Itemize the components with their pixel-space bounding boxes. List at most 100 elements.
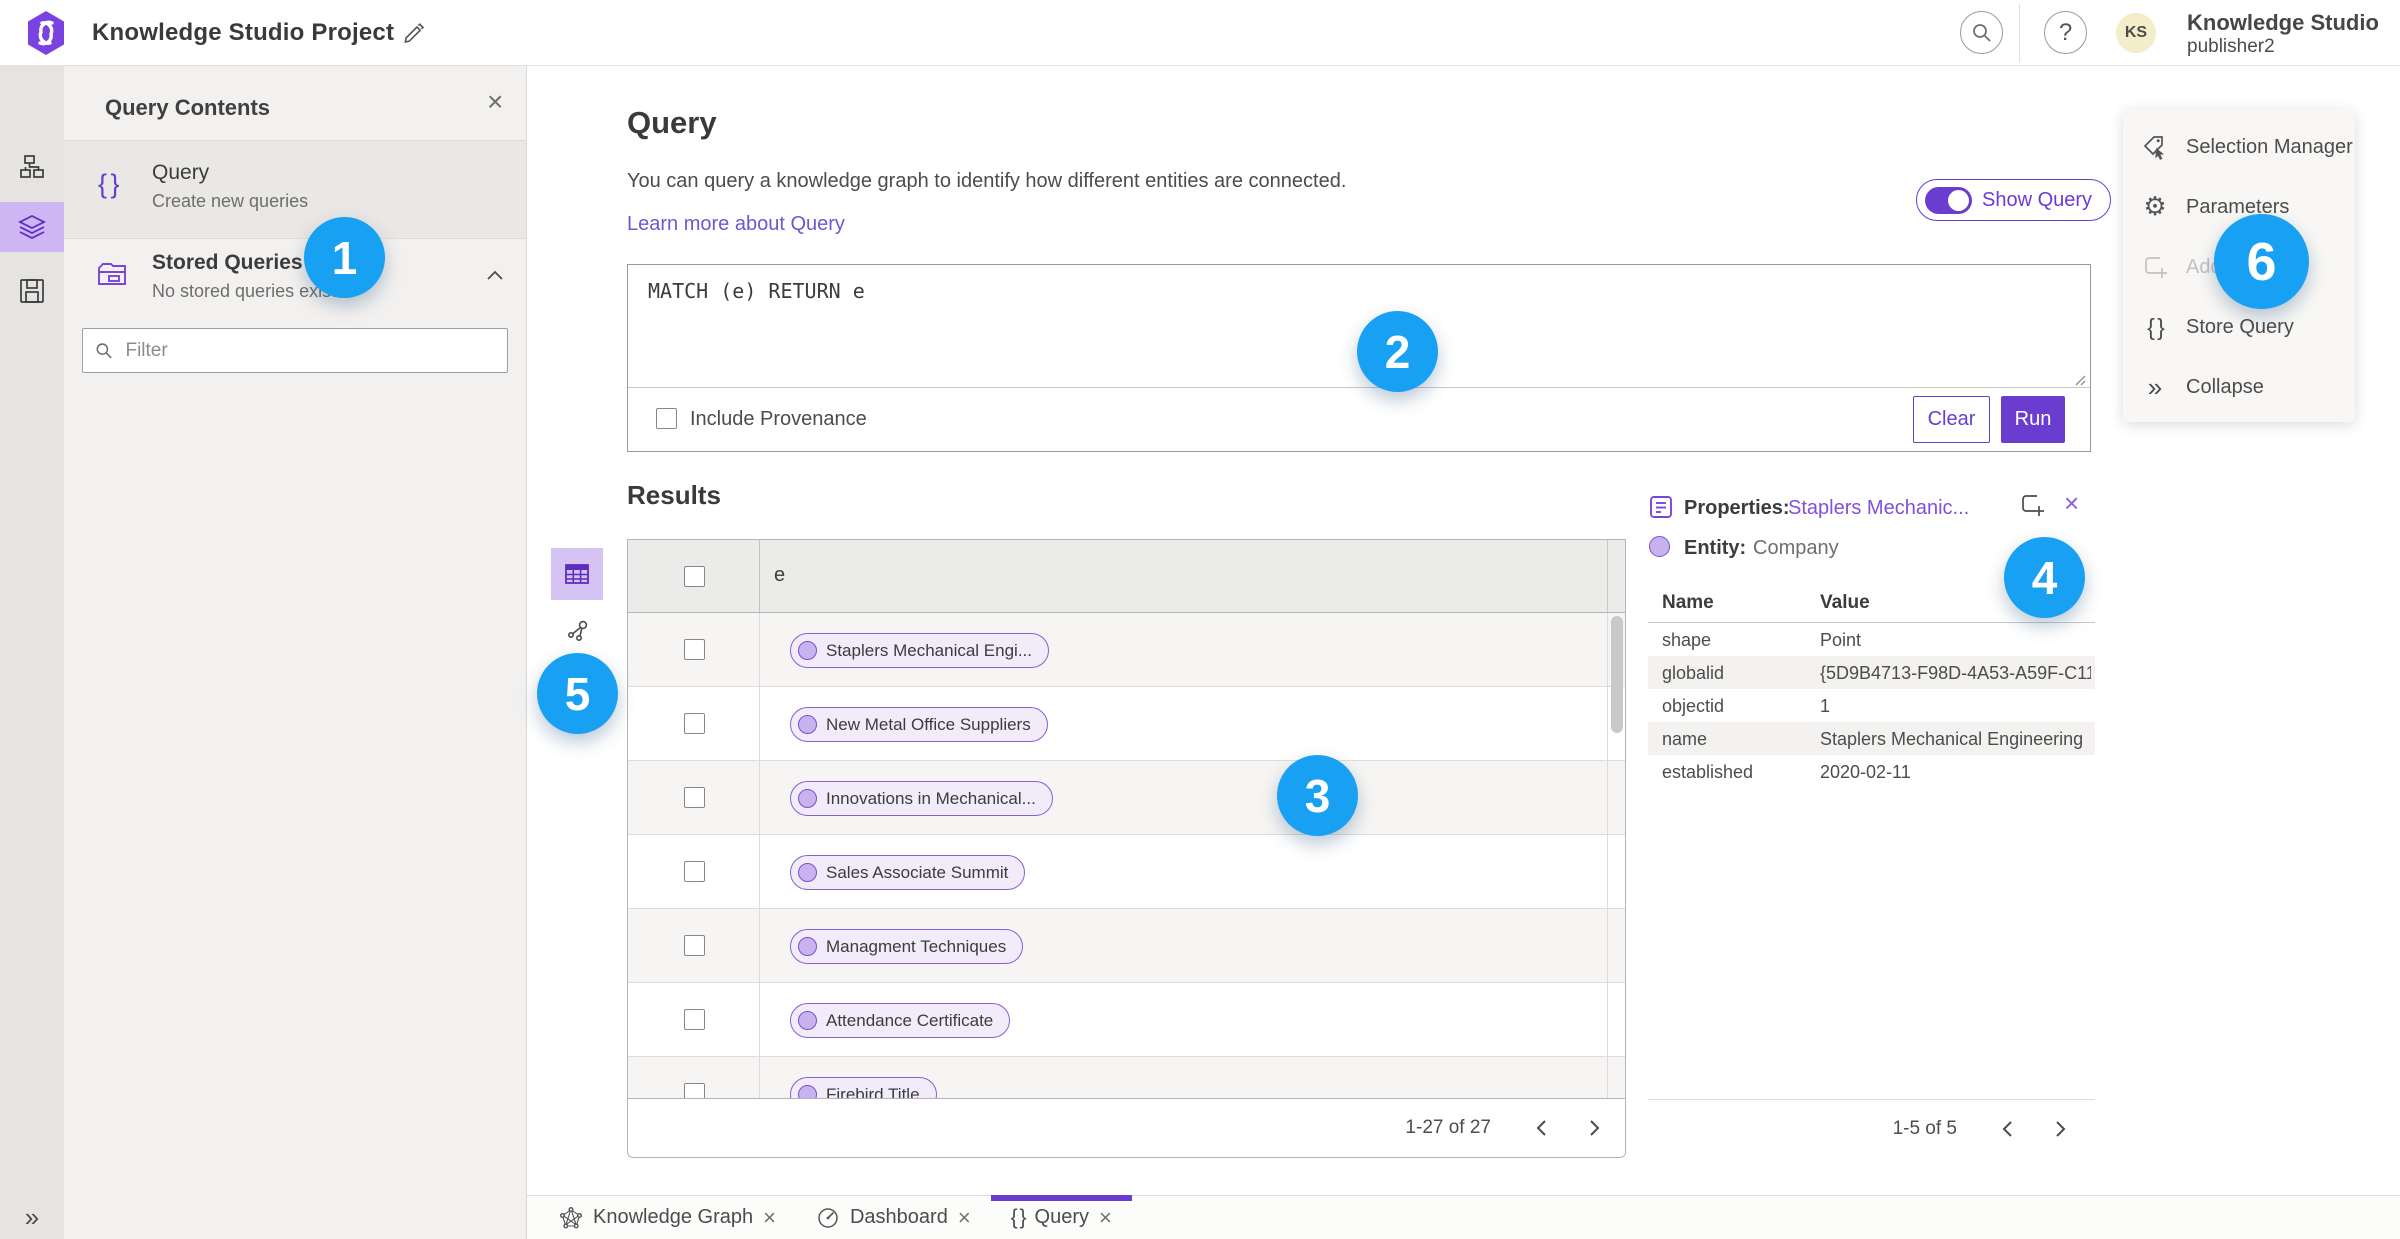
knowledge-studio-app: Knowledge Studio Project ? KS Knowledge …: [0, 0, 2400, 1239]
resize-grip-icon[interactable]: [2073, 373, 2086, 386]
item-sublabel: No stored queries exist: [152, 281, 337, 301]
entity-dot-icon: [1649, 536, 1670, 557]
entity-pill[interactable]: Attendance Certificate: [790, 1003, 1011, 1038]
include-provenance-checkbox[interactable]: [656, 408, 677, 429]
contents-item-query[interactable]: { } Query Create new queries: [64, 141, 526, 238]
previous-page-icon[interactable]: [1995, 1116, 2021, 1142]
property-row: name Staplers Mechanical Engineering: [1648, 722, 2095, 755]
entity-pill[interactable]: Managment Techniques: [790, 929, 1024, 964]
property-row: shape Point: [1662, 630, 1862, 650]
close-properties-icon[interactable]: ×: [2064, 490, 2079, 516]
left-icon-rail: »: [0, 66, 64, 1239]
query-heading: Query: [627, 105, 717, 140]
close-tab-icon[interactable]: ×: [958, 1206, 971, 1229]
entity-pill[interactable]: Staplers Mechanical Engi...: [790, 633, 1049, 668]
table-view-button[interactable]: [551, 548, 603, 600]
save-icon: [20, 279, 44, 303]
menu-item-store-query[interactable]: { } Store Query: [2123, 297, 2355, 357]
divider: [1648, 1099, 2095, 1100]
table-row: Innovations in Mechanical...: [628, 761, 1625, 835]
collapse-icon: »: [2147, 371, 2163, 402]
results-rows: Staplers Mechanical Engi... New Metal Of…: [628, 613, 1625, 1100]
knowledge-graph-icon: [560, 1206, 583, 1229]
edit-title-icon[interactable]: [402, 21, 426, 45]
property-row: globalid {5D9B4713-F98D-4A53-A59F-C11...: [1648, 656, 2095, 689]
callout-2: 2: [1357, 311, 1438, 392]
properties-pagination: 1-5 of 5: [1648, 1106, 2095, 1152]
properties-entity-link[interactable]: Staplers Mechanic...: [1788, 497, 1969, 520]
show-query-toggle[interactable]: Show Query: [1916, 179, 2112, 221]
entity-value: Company: [1753, 537, 1839, 559]
chevron-up-icon[interactable]: [484, 265, 506, 287]
entity-dot-icon: [798, 863, 817, 882]
previous-page-icon[interactable]: [1529, 1115, 1555, 1141]
properties-icon: [1650, 496, 1672, 518]
include-provenance-label: Include Provenance: [690, 408, 867, 430]
callout-1: 1: [304, 217, 385, 298]
braces-icon: { }: [1010, 1205, 1027, 1229]
table-row: Firebird Title: [628, 1057, 1625, 1100]
close-panel-icon[interactable]: ×: [487, 88, 503, 116]
column-name: Name: [1662, 592, 1714, 613]
close-tab-icon[interactable]: ×: [763, 1206, 776, 1229]
toggle-knob: [1948, 189, 1969, 211]
table-row: Sales Associate Summit: [628, 835, 1625, 909]
top-header: Knowledge Studio Project ? KS Knowledge …: [0, 0, 2400, 66]
entity-dot-icon: [798, 1011, 817, 1030]
sidebar-item-save[interactable]: [0, 266, 64, 316]
clear-button[interactable]: Clear: [1913, 396, 1990, 443]
add-to-map-icon[interactable]: [2019, 492, 2045, 518]
search-icon: [1972, 23, 1991, 42]
learn-more-link[interactable]: Learn more about Query: [627, 213, 845, 236]
column-divider: [1607, 983, 1608, 1056]
column-header-e: e: [774, 564, 786, 586]
add-to-map-icon: [2141, 254, 2169, 280]
help-button[interactable]: ?: [2044, 11, 2087, 54]
filter-field: [82, 328, 508, 373]
tab-dashboard[interactable]: Dashboard ×: [796, 1196, 991, 1239]
filter-input[interactable]: [125, 339, 495, 362]
entity-pill[interactable]: Firebird Title: [790, 1077, 937, 1100]
tab-knowledge-graph[interactable]: Knowledge Graph ×: [539, 1196, 796, 1239]
sidebar-item-project[interactable]: [0, 142, 64, 192]
row-checkbox[interactable]: [684, 713, 705, 734]
item-label: Query: [152, 161, 210, 184]
link-chart-view-button[interactable]: [560, 613, 596, 649]
question-icon: ?: [2058, 18, 2073, 46]
menu-item-collapse[interactable]: » Collapse: [2123, 357, 2355, 417]
toggle-label: Show Query: [1982, 188, 2093, 211]
entity-pill[interactable]: Sales Associate Summit: [790, 855, 1026, 890]
column-divider: [1607, 1057, 1608, 1100]
entity-pill[interactable]: Innovations in Mechanical...: [790, 781, 1053, 816]
contents-item-stored-queries[interactable]: Stored Queries No stored queries exist: [64, 239, 526, 315]
gear-icon: ⚙: [2143, 192, 2167, 222]
table-scrollbar[interactable]: [1611, 616, 1623, 733]
tab-query[interactable]: { } Query ×: [990, 1194, 1132, 1239]
query-editor-footer: Include Provenance Clear Run: [628, 387, 2090, 451]
select-all-checkbox[interactable]: [684, 566, 705, 587]
user-avatar[interactable]: KS: [2116, 13, 2156, 53]
query-textarea[interactable]: MATCH (e) RETURN e: [628, 265, 2090, 388]
next-page-icon[interactable]: [2047, 1116, 2073, 1142]
row-checkbox[interactable]: [684, 639, 705, 660]
checkbox-column: [628, 540, 760, 612]
expand-rail-button[interactable]: »: [0, 1202, 64, 1233]
menu-item-selection-manager[interactable]: Selection Manager: [2123, 117, 2355, 177]
row-checkbox[interactable]: [684, 935, 705, 956]
run-button[interactable]: Run: [2001, 396, 2065, 443]
results-table: e Staplers Mechanical Engi... New Metal …: [627, 539, 1626, 1158]
search-button[interactable]: [1960, 11, 2003, 54]
row-checkbox[interactable]: [684, 1009, 705, 1030]
row-checkbox[interactable]: [684, 787, 705, 808]
sidebar-item-layers-active[interactable]: [0, 202, 64, 252]
row-checkbox[interactable]: [684, 861, 705, 882]
table-row: Staplers Mechanical Engi...: [628, 613, 1625, 687]
next-page-icon[interactable]: [1581, 1115, 1607, 1141]
close-tab-icon[interactable]: ×: [1099, 1206, 1112, 1229]
properties-title: Properties:: [1684, 497, 1790, 519]
column-divider: [1607, 540, 1608, 612]
braces-icon: { }: [2147, 313, 2165, 340]
sitemap-icon: [20, 155, 44, 178]
entity-pill[interactable]: New Metal Office Suppliers: [790, 707, 1048, 742]
table-row: Managment Techniques: [628, 909, 1625, 983]
